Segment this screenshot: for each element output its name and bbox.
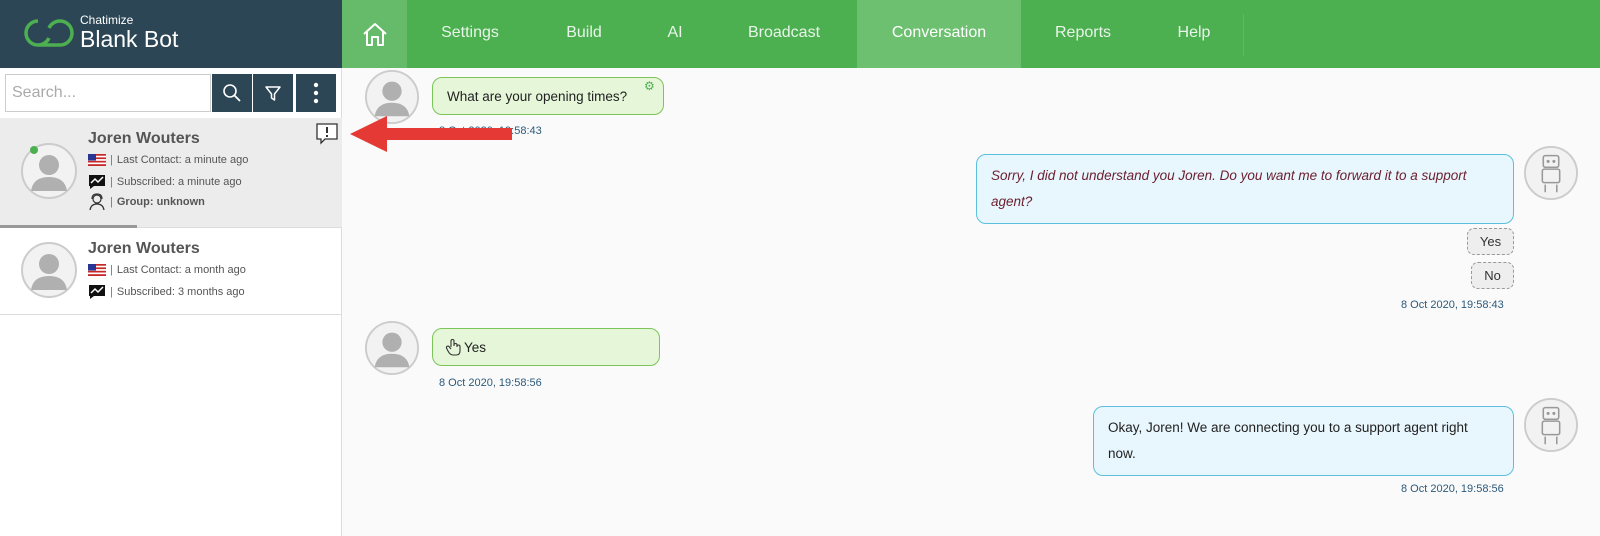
search-icon: [223, 84, 241, 102]
last-contact-text: Last Contact: a month ago: [116, 264, 246, 276]
filter-icon: [265, 86, 281, 101]
brand-area[interactable]: Chatimize Blank Bot: [0, 0, 342, 68]
subscribed-text: Subscribed: a minute ago: [116, 176, 242, 188]
us-flag-icon: [88, 154, 106, 166]
contact-last-contact: | Last Contact: a month ago: [88, 264, 246, 276]
bot-message-bubble: Sorry, I did not understand you Joren. D…: [976, 154, 1514, 224]
subscribed-text: Subscribed: 3 months ago: [116, 286, 245, 298]
message-text: Sorry, I did not understand you Joren. D…: [991, 168, 1467, 209]
online-indicator: [30, 146, 38, 154]
contact-name: Joren Wouters: [88, 240, 200, 257]
contact-item[interactable]: Joren Wouters | Last Contact: a minute ag…: [0, 118, 342, 228]
top-navbar: Chatimize Blank Bot Settings Build AI Br…: [0, 0, 1600, 68]
bot-avatar-icon: [1524, 146, 1578, 200]
brand-company: Chatimize: [80, 13, 134, 27]
bot-name: Blank Bot: [80, 26, 179, 52]
nav-settings[interactable]: Settings: [411, 0, 529, 68]
quick-reply-yes[interactable]: Yes: [1467, 228, 1514, 255]
contact-name: Joren Wouters: [88, 130, 200, 147]
nav-divider: [1243, 14, 1244, 56]
nav-build[interactable]: Build: [529, 0, 639, 68]
contacts-sidebar: Joren Wouters |Last Contact: a minute ag…: [0, 68, 342, 536]
search-button[interactable]: [212, 74, 252, 112]
message-timestamp: 8 Oct 2020, 19:58:56: [1401, 483, 1504, 495]
agent-icon: [89, 193, 105, 211]
contact-subscribed: | Subscribed: a minute ago: [88, 174, 242, 190]
nav-ai[interactable]: AI: [639, 0, 711, 68]
conversation-panel: What are your opening times? ⚙ 8 Oct 202…: [343, 68, 1600, 536]
contact-item[interactable]: Joren Wouters | Last Contact: a month ago…: [0, 228, 342, 315]
contact-subscribed: | Subscribed: 3 months ago: [88, 284, 245, 300]
bot-avatar-icon: [1524, 398, 1578, 452]
more-vertical-icon: [313, 82, 319, 104]
filter-button[interactable]: [253, 74, 293, 112]
home-icon: [362, 23, 387, 46]
contact-group: | Group: unknown: [88, 193, 205, 211]
message-text: What are your opening times?: [447, 88, 628, 104]
group-text: Group: unknown: [116, 196, 205, 208]
chatimize-logo-icon: [24, 19, 74, 47]
gear-icon[interactable]: ⚙: [644, 79, 655, 93]
nav-conversation[interactable]: Conversation: [857, 0, 1021, 68]
quick-reply-no[interactable]: No: [1471, 262, 1514, 289]
message-text: Yes: [464, 339, 487, 355]
message-text: Okay, Joren! We are connecting you to a …: [1108, 420, 1468, 461]
messenger-icon: [89, 285, 105, 299]
nav-reports[interactable]: Reports: [1021, 0, 1145, 68]
nav-broadcast[interactable]: Broadcast: [711, 0, 857, 68]
user-message-bubble: Yes: [432, 328, 660, 366]
message-timestamp: 8 Oct 2020, 19:58:56: [439, 377, 542, 389]
nav-help[interactable]: Help: [1145, 0, 1243, 68]
home-button[interactable]: [342, 0, 407, 68]
message-timestamp: 8 Oct 2020, 19:58:43: [1401, 299, 1504, 311]
alert-icon[interactable]: [316, 123, 338, 145]
search-input[interactable]: [5, 74, 211, 112]
user-message-bubble: What are your opening times?: [432, 77, 664, 115]
more-options-button[interactable]: [296, 74, 336, 112]
us-flag-icon: [88, 264, 106, 276]
last-contact-text: Last Contact: a minute ago: [116, 154, 249, 166]
avatar: [21, 242, 77, 298]
annotation-arrow-icon: [350, 116, 512, 152]
messenger-icon: [89, 175, 105, 189]
tap-icon: [445, 339, 461, 356]
user-avatar: [365, 321, 419, 375]
bot-message-bubble: Okay, Joren! We are connecting you to a …: [1093, 406, 1514, 476]
contact-last-contact: | Last Contact: a minute ago: [88, 154, 248, 166]
